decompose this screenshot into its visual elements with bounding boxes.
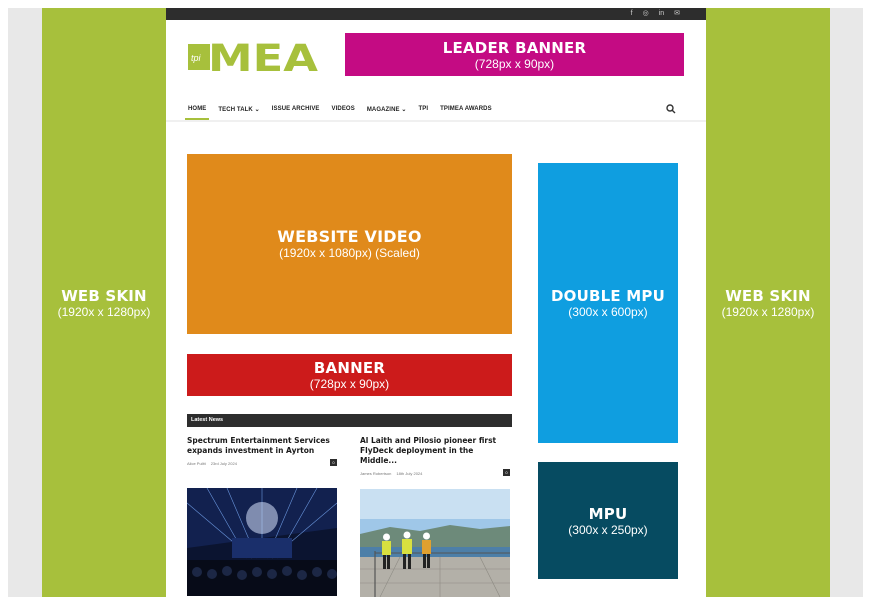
article-title[interactable]: Spectrum Entertainment Services expands …: [187, 436, 337, 456]
nav-item-home[interactable]: HOME: [184, 106, 210, 120]
ad-size: (1920x x 1080px) (Scaled): [279, 246, 420, 260]
nav-divider: [166, 120, 706, 122]
double-mpu-ad[interactable]: DOUBLE MPU (300x x 600px): [538, 163, 678, 443]
website-video-ad[interactable]: WEBSITE VIDEO (1920x x 1080px) (Scaled): [187, 154, 512, 334]
linkedin-icon[interactable]: in: [659, 8, 664, 20]
ad-size: (300x x 600px): [568, 305, 648, 319]
ad-size: (728px x 90px): [309, 377, 390, 391]
ad-size: (728px x 90px): [474, 56, 555, 71]
main-nav: HOME TECH TALK ⌄ ISSUE ARCHIVE VIDEOS MA…: [184, 102, 688, 120]
web-skin-right-ad[interactable]: WEB SKIN (1920x x 1280px): [706, 8, 830, 597]
latest-news-header: Latest News: [187, 414, 512, 427]
leader-banner-ad[interactable]: LEADER BANNER (728px x 90px): [345, 33, 684, 76]
mpu-ad[interactable]: MPU (300x x 250px): [538, 462, 678, 579]
facebook-icon[interactable]: f: [631, 8, 633, 20]
ad-size: (1920x x 1280px): [721, 304, 815, 319]
article-meta: Alice Pulitt 23rd July 2024 0: [187, 459, 337, 467]
ad-size: (1920x x 1280px): [57, 304, 151, 319]
comment-count-badge[interactable]: 0: [330, 459, 337, 466]
site-logo[interactable]: tpi MEA: [188, 38, 320, 74]
ad-title: MPU: [588, 504, 628, 523]
nav-item-issue-archive[interactable]: ISSUE ARCHIVE: [272, 106, 320, 112]
news-article[interactable]: Spectrum Entertainment Services expands …: [187, 436, 337, 596]
concert-stage-image[interactable]: [187, 488, 337, 596]
construction-workers-image[interactable]: [360, 489, 510, 597]
ad-size: (300x x 250px): [568, 522, 648, 537]
ad-title: DOUBLE MPU: [551, 287, 665, 305]
nav-item-tpimea-awards[interactable]: TPIMEA AWARDS: [440, 106, 492, 112]
ad-title: BANNER: [313, 359, 386, 377]
article-meta: James Robertson 18th July 2024 0: [360, 469, 510, 477]
search-icon[interactable]: [666, 104, 676, 114]
nav-item-tpi[interactable]: TPI: [419, 106, 429, 112]
article-author[interactable]: Alice Pulitt: [187, 461, 206, 466]
latest-news-label: Latest News: [191, 417, 224, 423]
ad-title: WEB SKIN: [725, 286, 811, 305]
logo-small-text: tpi: [191, 53, 202, 63]
website-page: f ◎ in ✉ tpi MEA LEADER BANNER (728px x …: [166, 8, 706, 597]
comment-count-badge[interactable]: 0: [503, 469, 510, 476]
ad-title: LEADER BANNER: [442, 38, 587, 57]
top-bar: f ◎ in ✉: [166, 8, 706, 20]
article-date: 23rd July 2024: [210, 460, 237, 466]
article-author[interactable]: James Robertson: [360, 471, 391, 476]
article-date: 18th July 2024: [396, 470, 423, 476]
article-title[interactable]: Al Laith and Pilosio pioneer first FlyDe…: [360, 436, 510, 466]
nav-item-magazine[interactable]: MAGAZINE ⌄: [367, 106, 407, 113]
logo-big-text: MEA: [208, 38, 318, 74]
ad-title: WEB SKIN: [61, 286, 147, 305]
instagram-icon[interactable]: ◎: [643, 8, 649, 20]
web-skin-left-ad[interactable]: WEB SKIN (1920x x 1280px): [42, 8, 166, 597]
ad-title: WEBSITE VIDEO: [277, 227, 422, 246]
email-icon[interactable]: ✉: [674, 8, 680, 20]
nav-item-tech-talk[interactable]: TECH TALK ⌄: [218, 106, 259, 113]
news-article[interactable]: Al Laith and Pilosio pioneer first FlyDe…: [360, 436, 510, 597]
nav-item-videos[interactable]: VIDEOS: [332, 106, 355, 112]
banner-ad[interactable]: BANNER (728px x 90px): [187, 354, 512, 396]
